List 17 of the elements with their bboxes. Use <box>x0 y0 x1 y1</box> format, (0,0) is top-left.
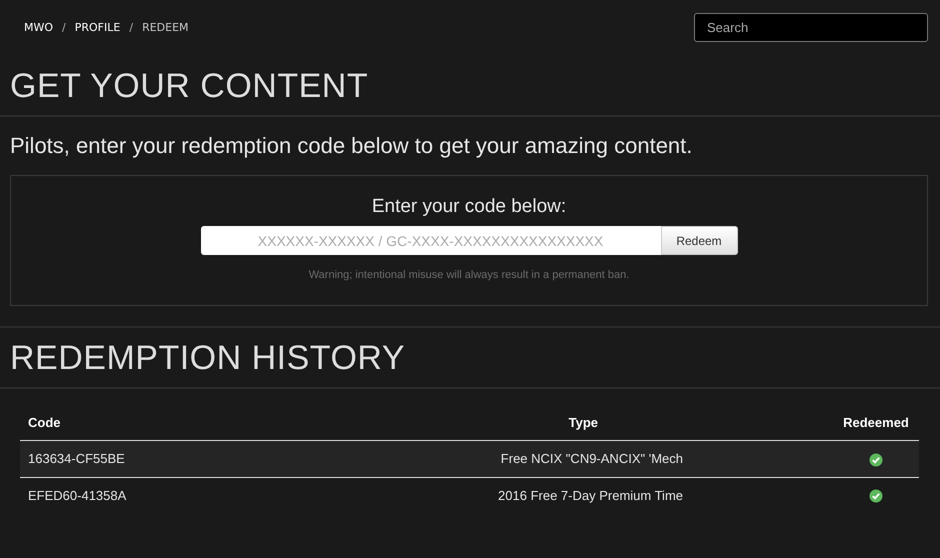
breadcrumb-link[interactable]: REDEEM <box>142 21 189 34</box>
warning-text: Warning; intentional misuse will always result in a permanent ban. <box>308 269 630 281</box>
breadcrumb-separator: / <box>62 21 66 34</box>
history-title: REDEMPTION HISTORY <box>10 338 406 378</box>
table-cell: 2016 Free 7-Day Premium Time <box>223 477 833 514</box>
table-cell: 163634-CF55BE <box>20 440 224 478</box>
redeem-button[interactable]: Redeem <box>660 226 738 255</box>
breadcrumb-separator: / <box>129 21 134 34</box>
page-title: GET YOUR CONTENT <box>10 66 370 106</box>
table-cell: EFED60-41358A <box>20 477 224 514</box>
table-cell: Free NCIX "CN9-ANCIX" 'Mech <box>223 440 833 478</box>
intro-text: Pilots, enter your redemption code below to get your amazing content. <box>10 133 694 159</box>
breadcrumb-link[interactable]: PROFILE <box>74 21 120 34</box>
code-field[interactable]: XXXXXX-XXXXXX / GC-XXXX-XXXXXXXXXXXXXXXX <box>200 226 660 255</box>
search-field[interactable]: Search <box>694 13 928 42</box>
breadcrumb-link[interactable]: MWO <box>24 21 54 34</box>
redeem-heading: Enter your code below: <box>372 196 566 218</box>
